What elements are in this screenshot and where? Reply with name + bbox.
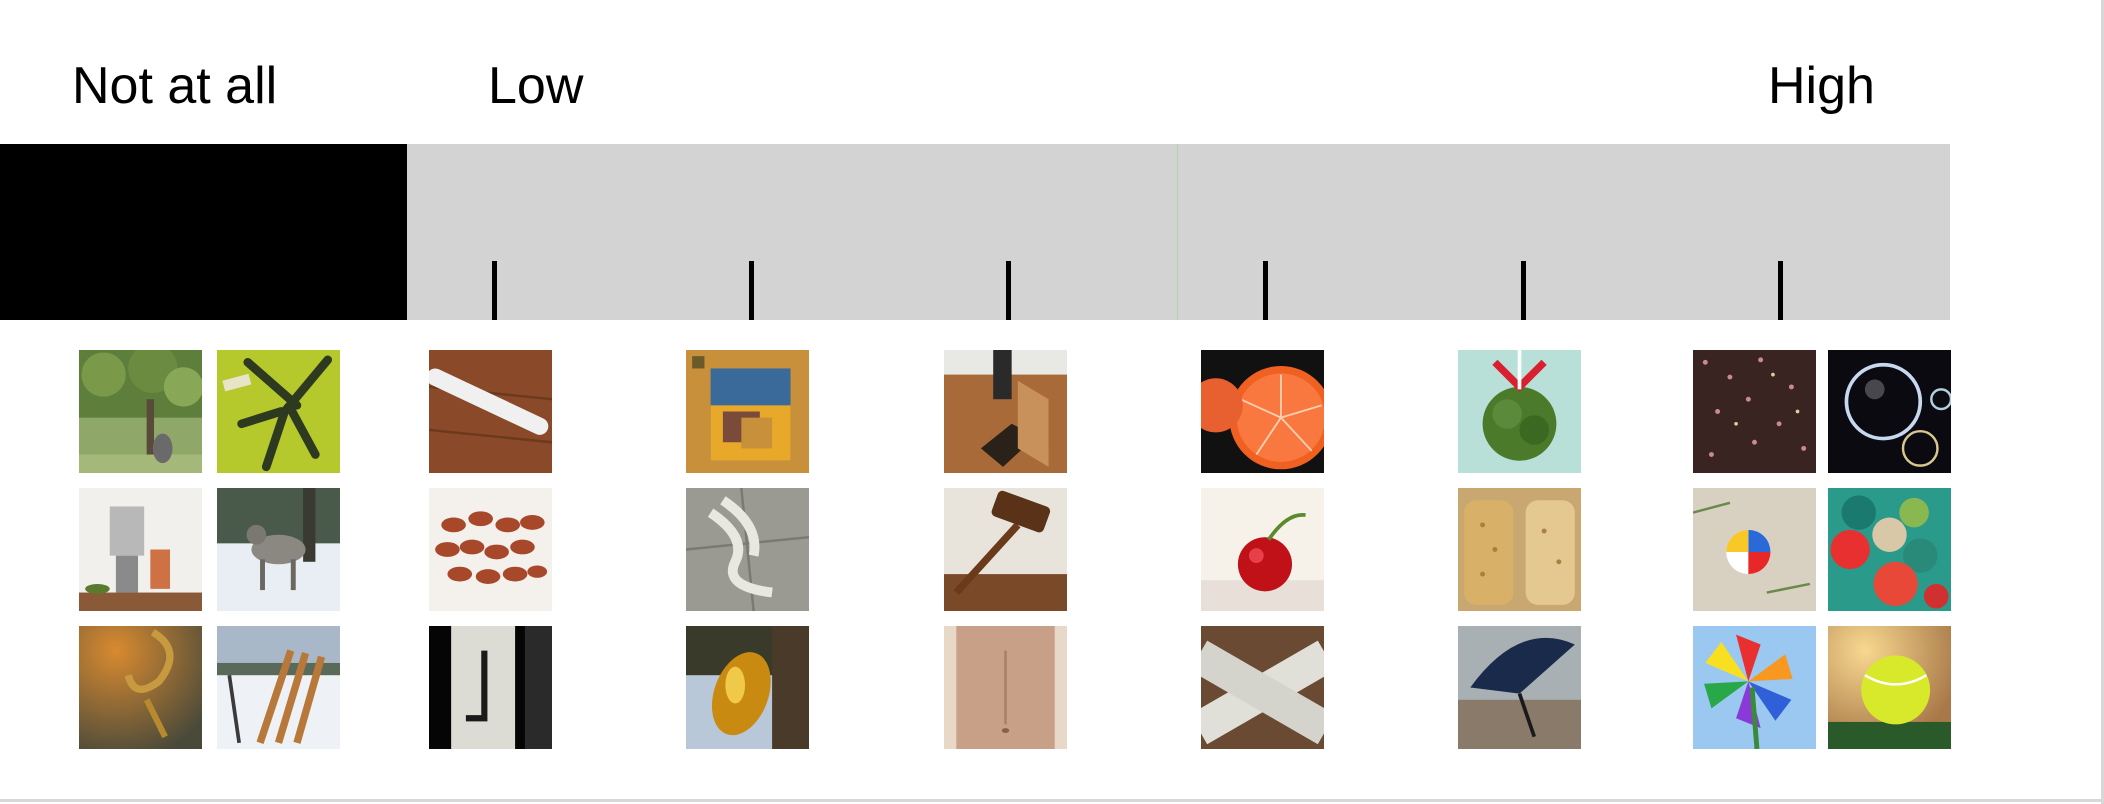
scale-tick-5[interactable]	[1521, 261, 1526, 320]
pecans-image	[429, 488, 552, 611]
not-at-all-option[interactable]	[0, 144, 407, 320]
label-low: Low	[488, 57, 584, 115]
juicer-kitchen-image	[79, 488, 202, 611]
rating-scale-bar[interactable]	[407, 144, 1950, 320]
torso-image	[944, 626, 1067, 749]
white-marker-image	[429, 350, 552, 473]
umbrella-image	[1458, 626, 1581, 749]
puzzle-image	[686, 350, 809, 473]
wolf-in-snow-image	[217, 488, 340, 611]
tied-rope-on-tile-image	[686, 488, 809, 611]
door-latch-image	[429, 626, 552, 749]
scale-tick-3[interactable]	[1006, 261, 1011, 320]
mistletoe-image	[1458, 350, 1581, 473]
scale-tick-4[interactable]	[1263, 261, 1268, 320]
scale-tick-6[interactable]	[1778, 261, 1783, 320]
green-pens-image	[217, 350, 340, 473]
crackers-image	[1458, 488, 1581, 611]
velcro-straps-image	[1201, 626, 1324, 749]
scale-tick-1[interactable]	[492, 261, 497, 320]
floor-hatch-image	[944, 350, 1067, 473]
soap-bubbles-image	[1828, 350, 1951, 473]
pom-poms-image	[1828, 488, 1951, 611]
tree-with-statue-image	[79, 350, 202, 473]
grapefruit-image	[1201, 350, 1324, 473]
label-high: High	[1768, 57, 1875, 115]
gavel-image	[944, 488, 1067, 611]
glitter-image	[1693, 350, 1816, 473]
pinwheel-image	[1693, 626, 1816, 749]
golden-hook-image	[79, 626, 202, 749]
cherry-image	[1201, 488, 1324, 611]
scale-midpoint-line	[1177, 144, 1178, 320]
amber-stone-image	[686, 626, 809, 749]
tennis-ball-image	[1828, 626, 1951, 749]
hockey-sticks-image	[217, 626, 340, 749]
label-not-at-all: Not at all	[72, 57, 278, 115]
beach-ball-image	[1693, 488, 1816, 611]
bottom-border	[0, 799, 2104, 802]
scale-tick-2[interactable]	[749, 261, 754, 320]
